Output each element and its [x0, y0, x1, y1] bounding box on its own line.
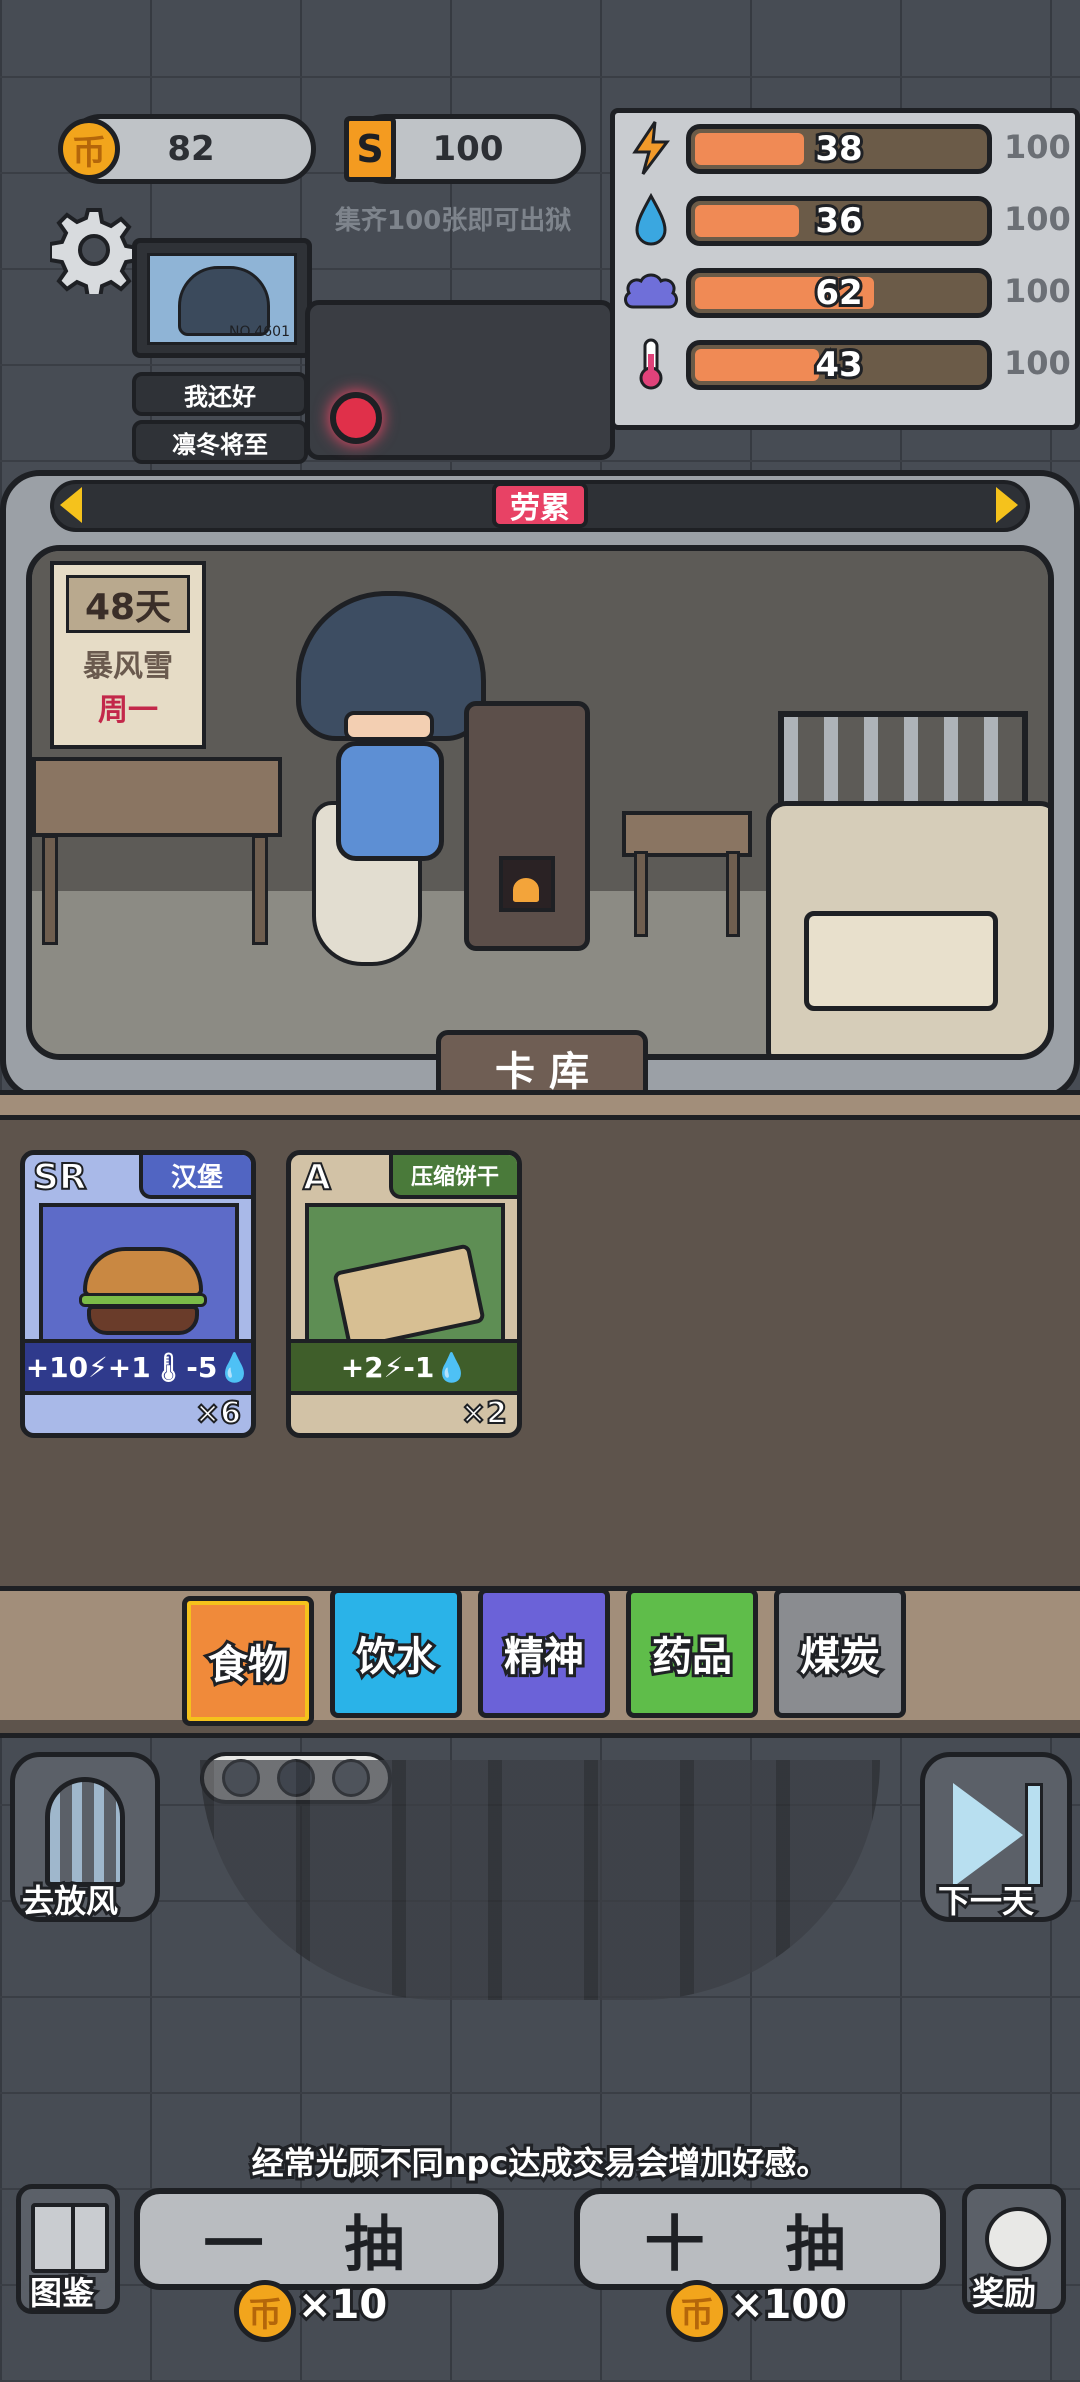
burger-icon	[79, 1247, 207, 1337]
weekday-text: 周一	[98, 693, 158, 728]
coin-icon: 币	[58, 118, 120, 180]
card-name: 压缩饼干	[410, 1165, 499, 1190]
alarm-light-icon	[330, 392, 382, 444]
single-draw-button[interactable]: 一 抽	[134, 2188, 504, 2290]
coin-icon: 币	[234, 2280, 296, 2342]
status-tag-1: 我还好	[132, 372, 308, 416]
character-portrait[interactable]: NO.4601	[132, 238, 312, 358]
card-name-tag: 汉堡	[139, 1155, 251, 1199]
ten-draw-cost: ×100	[727, 2279, 850, 2331]
coin-icon: 币	[666, 2280, 728, 2342]
single-draw-label: 一 抽	[203, 2209, 435, 2280]
card-burger[interactable]: SR 汉堡 +10⚡+1🌡-5💧 ×6	[20, 1150, 256, 1438]
skip-forward-icon	[953, 1783, 1023, 1887]
day-counter: 48天	[66, 575, 190, 633]
category-shelf-bottom	[0, 1720, 1080, 1738]
energy-max: 100	[1004, 128, 1071, 166]
mouse-icon	[985, 2207, 1051, 2271]
inventory-title: 卡 库	[495, 1049, 589, 1095]
card-rarity: SR	[32, 1156, 88, 1199]
single-draw-cost: ×10	[295, 2279, 390, 2331]
energy-value: 38	[812, 126, 865, 172]
temperature-icon	[620, 334, 682, 394]
go-out-label: 去放风	[19, 1879, 121, 1923]
gear-icon[interactable]	[48, 206, 140, 300]
card-count: ×6	[194, 1395, 242, 1432]
tab-category-1[interactable]: 饮水	[330, 1588, 462, 1718]
temperature-value: 43	[812, 342, 865, 388]
prev-state-button[interactable]	[60, 487, 82, 523]
mind-value: 62	[812, 270, 865, 316]
ticket-count: 100	[432, 129, 504, 169]
water-icon	[620, 190, 682, 250]
card-effects-text: +10⚡+1🌡-5💧	[25, 1350, 253, 1384]
book-icon	[31, 2203, 109, 2273]
tab-category-3[interactable]: 药品	[626, 1588, 758, 1718]
status-text-1: 我还好	[184, 382, 256, 411]
card-name-tag: 压缩饼干	[389, 1155, 517, 1199]
status-text-2: 凛冬将至	[172, 430, 268, 459]
weather-text: 暴风雪	[83, 649, 173, 684]
tab-category-4[interactable]: 煤炭	[774, 1588, 906, 1718]
energy-bar: 38	[686, 124, 992, 174]
pillow	[804, 911, 998, 1011]
card-effects-text: +2⚡-1💧	[340, 1350, 470, 1384]
coin-count: 82	[167, 129, 215, 169]
tab-category-label: 饮水	[353, 1631, 439, 1683]
ticket-icon: S	[344, 116, 396, 182]
tab-category-label: 药品	[649, 1631, 735, 1683]
state-label: 劳累	[510, 491, 570, 526]
mind-bar: 62	[686, 268, 992, 318]
calendar-poster: 48天 暴风雪 周一	[50, 561, 206, 749]
card-effects: +10⚡+1🌡-5💧	[25, 1339, 253, 1395]
ten-draw-button[interactable]: 十 抽	[574, 2188, 946, 2290]
next-day-label: 下一天	[935, 1879, 1037, 1923]
card-name: 汉堡	[170, 1162, 223, 1193]
card-effects: +2⚡-1💧	[291, 1339, 517, 1395]
card-rarity: A	[302, 1156, 332, 1199]
tab-category-0[interactable]: 食物	[182, 1596, 314, 1726]
day-text: 48天	[84, 587, 172, 628]
next-state-button[interactable]	[996, 487, 1018, 523]
stove	[464, 701, 590, 951]
card-count: ×2	[460, 1395, 508, 1432]
mind-max: 100	[1004, 272, 1071, 310]
tab-category-label: 食物	[205, 1639, 291, 1691]
card-biscuit[interactable]: A 压缩饼干 +2⚡-1💧 ×2	[286, 1150, 522, 1438]
ten-draw-label: 十 抽	[644, 2209, 876, 2280]
character-id: NO.4601	[228, 324, 290, 340]
water-max: 100	[1004, 200, 1071, 238]
water-value: 36	[812, 198, 865, 244]
temperature-max: 100	[1004, 344, 1071, 382]
tip-text: 经常光顾不同npc达成交易会增加好感。	[249, 2141, 832, 2185]
door-icon	[45, 1777, 125, 1887]
status-tag-2: 凛冬将至	[132, 420, 308, 464]
reward-label: 奖励	[969, 2271, 1039, 2315]
energy-icon	[620, 118, 682, 178]
room-scene: 48天 暴风雪 周一	[26, 545, 1054, 1060]
tab-category-label: 煤炭	[797, 1631, 883, 1683]
mind-icon	[620, 262, 682, 322]
tab-category-label: 精神	[501, 1631, 587, 1683]
tickets-hint: 集齐100张即可出狱	[335, 206, 572, 236]
inventory-rim	[0, 1090, 1080, 1120]
water-bar: 36	[686, 196, 992, 246]
temperature-bar: 43	[686, 340, 992, 390]
state-badge: 劳累	[492, 482, 588, 528]
tab-category-2[interactable]: 精神	[478, 1588, 610, 1718]
wooden-table	[32, 757, 282, 837]
biscuit-icon	[332, 1243, 486, 1351]
gallery-label: 图鉴	[27, 2271, 97, 2315]
